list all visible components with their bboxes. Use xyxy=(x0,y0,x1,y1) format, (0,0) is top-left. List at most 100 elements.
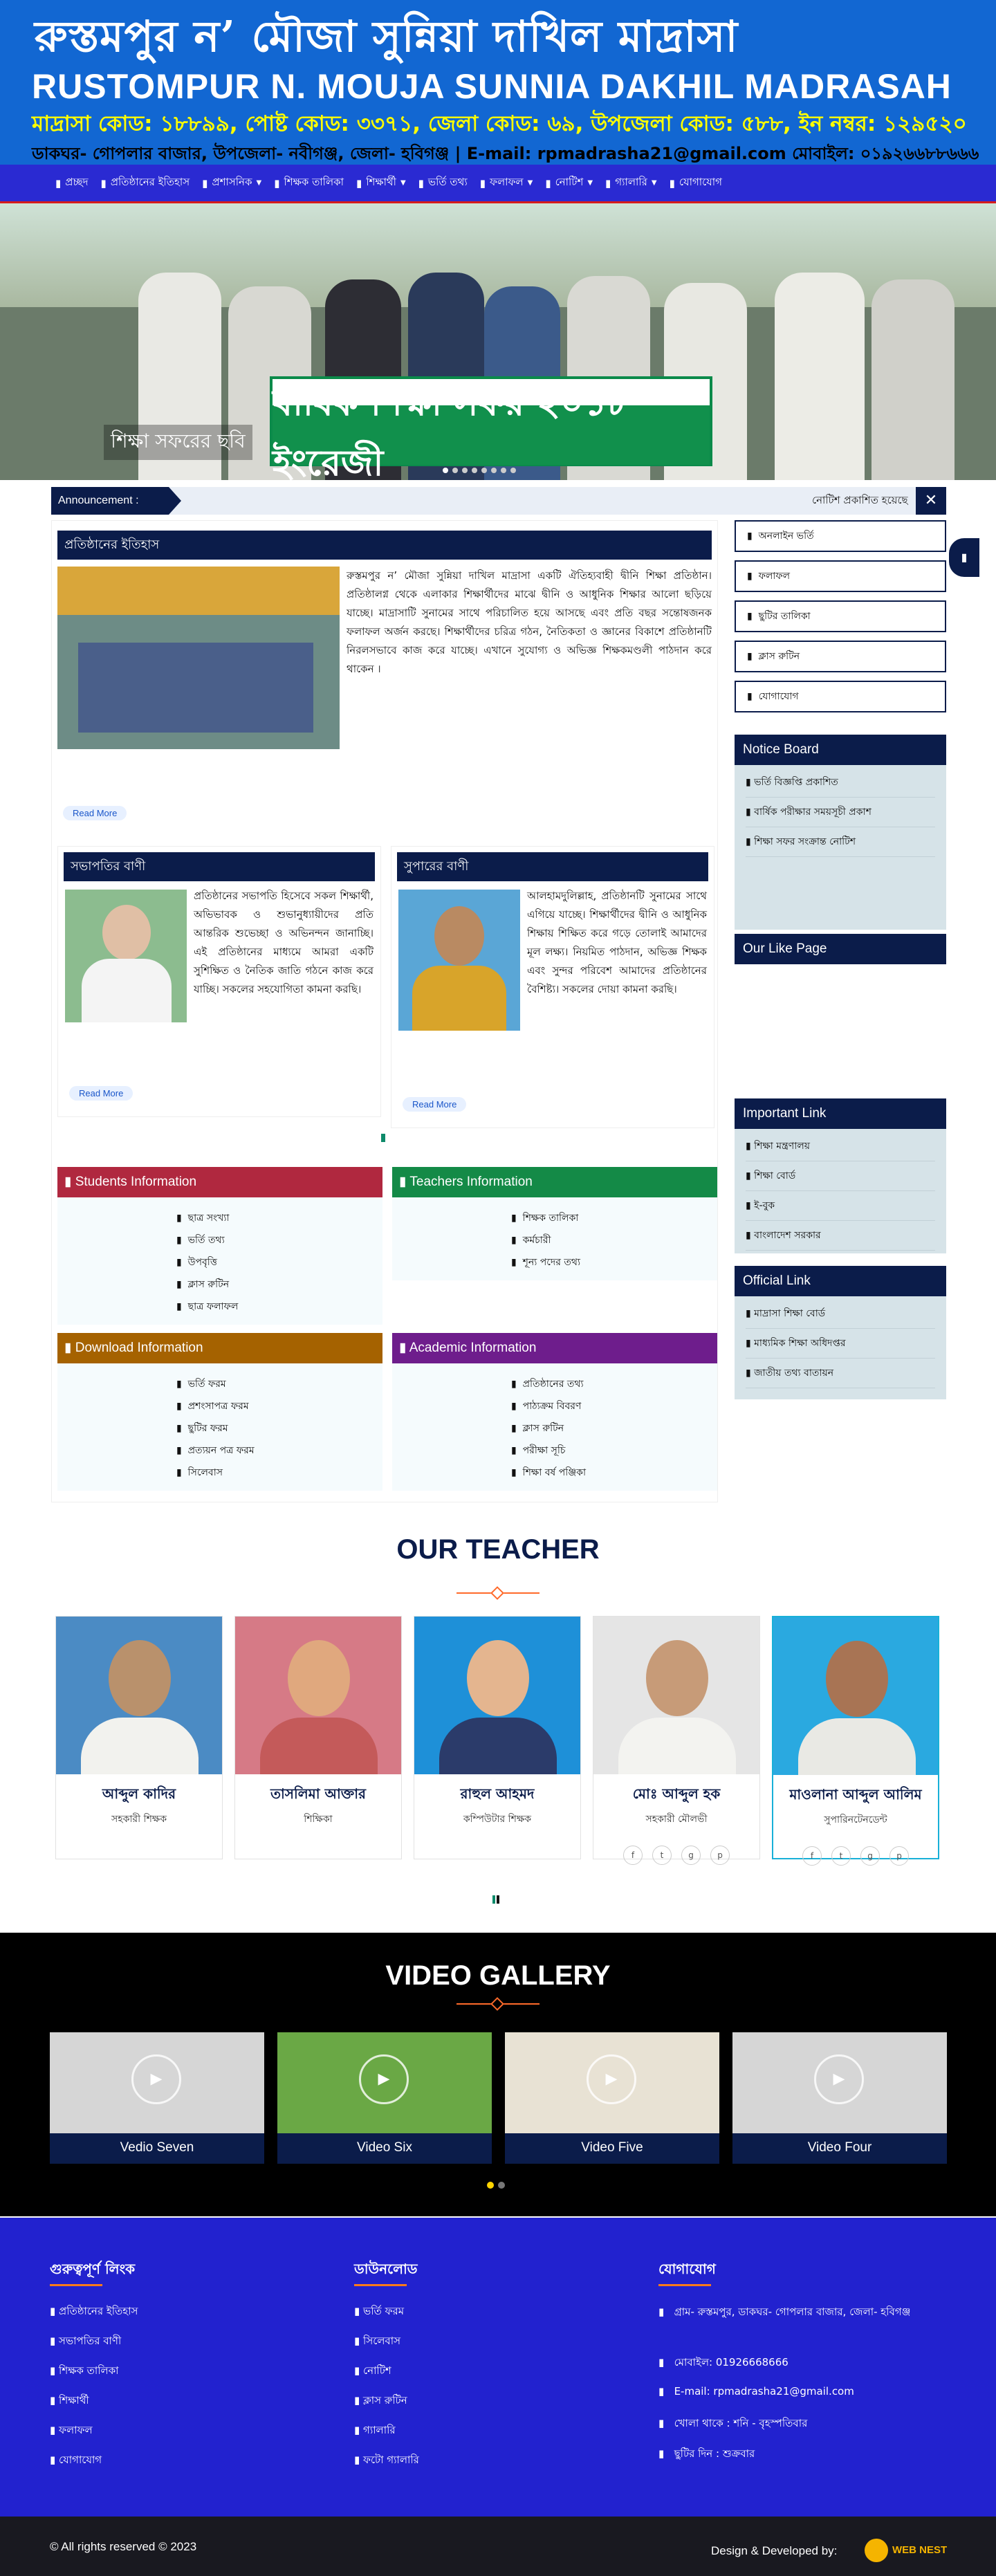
video-card[interactable]: ▶ Video Six xyxy=(277,2032,492,2164)
footer-link[interactable]: ▮ সিলেবাস xyxy=(354,2333,400,2350)
sidebar-link[interactable]: ▮ ই-বুক xyxy=(746,1191,935,1221)
nav-item[interactable]: ▮ গ্যালারি ▼ xyxy=(605,174,657,192)
sidebar-link[interactable]: ▮ মাদ্রাসা শিক্ষা বোর্ড xyxy=(746,1299,935,1329)
sidebar-link[interactable]: ▮ শিক্ষা সফর সংক্রান্ত নোটিশ xyxy=(746,827,935,857)
footer-col3-title: যোগাযোগ xyxy=(658,2261,716,2277)
footer-link[interactable]: ▮ সভাপতির বাণী xyxy=(50,2333,121,2350)
sidebar-quick-link[interactable]: ▮ ফলাফল xyxy=(735,560,946,592)
nav-item[interactable]: ▮ শিক্ষক তালিকা xyxy=(274,174,344,192)
video-thumbnail: ▶ xyxy=(732,2032,947,2133)
play-icon[interactable]: ▶ xyxy=(359,2054,409,2104)
nav-item[interactable]: ▮ যোগাযোগ xyxy=(670,174,722,192)
nav-item[interactable]: ▮ নোটিশ ▼ xyxy=(545,174,593,192)
info-card-link[interactable]: ▮ পাঠ্যক্রম বিবরণ xyxy=(511,1395,717,1417)
sidebar-quick-link[interactable]: ▮ যোগাযোগ xyxy=(735,681,946,712)
video-card[interactable]: ▶ Video Five xyxy=(505,2032,719,2164)
footer-link[interactable]: ▮ ফলাফল xyxy=(50,2422,93,2440)
carousel-indicator[interactable] xyxy=(381,1134,385,1142)
google-plus-icon[interactable]: g xyxy=(681,1846,701,1865)
footer-link[interactable]: ▮ প্রতিষ্ঠানের ইতিহাস xyxy=(50,2303,138,2321)
info-card-link[interactable]: ▮ ছুটির ফরম xyxy=(176,1417,382,1439)
nav-item[interactable]: ▮ ভর্তি তথ্য xyxy=(418,174,468,192)
webnest-brand[interactable]: WEB NEST xyxy=(892,2544,947,2556)
slider-dot[interactable] xyxy=(452,468,458,473)
info-card-link[interactable]: ▮ সিলেবাস xyxy=(176,1462,382,1484)
info-card-link[interactable]: ▮ শূন্য পদের তথ্য xyxy=(511,1251,717,1273)
twitter-icon[interactable]: t xyxy=(831,1846,851,1866)
video-carousel-dots[interactable] xyxy=(487,2182,505,2189)
sidebar-link[interactable]: ▮ বার্ষিক পরীক্ষার সময়সূচী প্রকাশ xyxy=(746,798,935,827)
teacher-carousel-dots[interactable] xyxy=(492,1895,499,1904)
footer-link[interactable]: ▮ ভর্তি ফরম xyxy=(354,2303,404,2321)
teacher-card[interactable]: আব্দুল কাদির সহকারী শিক্ষক xyxy=(55,1616,223,1859)
sidebar-link[interactable]: ▮ জাতীয় তথ্য বাতায়ন xyxy=(746,1359,935,1388)
info-card-link[interactable]: ▮ প্রতিষ্ঠানের তথ্য xyxy=(511,1373,717,1395)
info-card-link[interactable]: ▮ ছাত্র সংখ্যা xyxy=(176,1207,382,1229)
teacher-card[interactable]: মোঃ আব্দুল হক সহকারী মৌলভী f t g p xyxy=(593,1616,760,1865)
info-card-link[interactable]: ▮ ভর্তি ফরম xyxy=(176,1373,382,1395)
nav-item[interactable]: ▮ শিক্ষার্থী ▼ xyxy=(356,174,406,192)
footer-email[interactable]: ▮ E-mail: rpmadrasha21@gmail.com xyxy=(658,2385,854,2398)
footer-link[interactable]: ▮ ফটো গ্যালারি xyxy=(354,2452,419,2469)
info-card-link[interactable]: ▮ ক্লাস রুটিন xyxy=(176,1273,382,1296)
teacher-card[interactable]: তাসলিমা আক্তার শিক্ষিকা xyxy=(234,1616,402,1859)
sidebar-link[interactable]: ▮ মাধ্যমিক শিক্ষা অধিদপ্তর xyxy=(746,1329,935,1359)
info-card-link[interactable]: ▮ প্রত্যয়ন পত্র ফরম xyxy=(176,1439,382,1462)
teacher-card[interactable]: রাহুল আহমদ কম্পিউটার শিক্ষক xyxy=(414,1616,581,1859)
info-card-link[interactable]: ▮ উপবৃত্তি xyxy=(176,1251,382,1273)
nav-item[interactable]: ▮ প্রশাসনিক ▼ xyxy=(202,174,261,192)
slider-dot[interactable] xyxy=(472,468,477,473)
footer-link[interactable]: ▮ শিক্ষক তালিকা xyxy=(50,2363,119,2380)
slider-dot[interactable] xyxy=(462,468,468,473)
sidebar-link[interactable]: ▮ শিক্ষা মন্ত্রণালয় xyxy=(746,1132,935,1161)
footer-link[interactable]: ▮ গ্যালারি xyxy=(354,2422,396,2440)
side-toggle-tab[interactable]: ▮ xyxy=(949,538,979,577)
pinterest-icon[interactable]: p xyxy=(710,1846,730,1865)
slider-dot[interactable] xyxy=(481,468,487,473)
video-card[interactable]: ▶ Vedio Seven xyxy=(50,2032,264,2164)
video-card[interactable]: ▶ Video Four xyxy=(732,2032,947,2164)
facebook-icon[interactable]: f xyxy=(802,1846,822,1866)
slider-dot[interactable] xyxy=(501,468,506,473)
info-card-link[interactable]: ▮ প্রশংসাপত্র ফরম xyxy=(176,1395,382,1417)
sidebar-quick-link[interactable]: ▮ ক্লাস রুটিন xyxy=(735,641,946,672)
info-card-link[interactable]: ▮ ক্লাস রুটিন xyxy=(511,1417,717,1439)
chairman-read-more[interactable]: Read More xyxy=(69,1086,133,1101)
slider-dots[interactable] xyxy=(443,468,516,473)
hero-slider[interactable]: বার্ষিক শিক্ষা সফর ২০১৮ ইংরেজী শিক্ষা সফ… xyxy=(0,203,996,480)
play-icon[interactable]: ▶ xyxy=(587,2054,636,2104)
teacher-card[interactable]: মাওলানা আব্দুল আলিম সুপারিনটেনডেন্ট f t g p xyxy=(772,1616,939,1866)
footer-phone[interactable]: ▮ মোবাইল: 01926668666 xyxy=(658,2355,788,2372)
play-icon[interactable]: ▶ xyxy=(814,2054,864,2104)
principal-read-more[interactable]: Read More xyxy=(403,1097,467,1112)
slider-dot[interactable] xyxy=(443,468,448,473)
twitter-icon[interactable]: t xyxy=(652,1846,672,1865)
info-card-link[interactable]: ▮ ভর্তি তথ্য xyxy=(176,1229,382,1251)
info-card-link[interactable]: ▮ শিক্ষক তালিকা xyxy=(511,1207,717,1229)
info-card-link[interactable]: ▮ কর্মচারী xyxy=(511,1229,717,1251)
footer-link[interactable]: ▮ নোটিশ xyxy=(354,2363,391,2380)
info-card-link[interactable]: ▮ ছাত্র ফলাফল xyxy=(176,1296,382,1318)
sidebar-quick-link[interactable]: ▮ অনলাইন ভর্তি xyxy=(735,520,946,552)
slider-dot[interactable] xyxy=(510,468,516,473)
info-card-link[interactable]: ▮ পরীক্ষা সূচি xyxy=(511,1439,717,1462)
play-icon[interactable]: ▶ xyxy=(131,2054,181,2104)
nav-item[interactable]: ▮ ফলাফল ▼ xyxy=(480,174,533,192)
nav-item[interactable]: ▮ প্রচ্ছদ xyxy=(55,174,89,192)
sidebar-link[interactable]: ▮ ভর্তি বিজ্ঞপ্তি প্রকাশিত xyxy=(746,768,935,798)
sidebar-link[interactable]: ▮ বাংলাদেশ সরকার xyxy=(746,1221,935,1251)
announcement-ticker[interactable]: নোটিশ প্রকাশিত হয়েছে xyxy=(812,493,908,510)
facebook-icon[interactable]: f xyxy=(623,1846,643,1865)
slider-dot[interactable] xyxy=(491,468,497,473)
sidebar-link[interactable]: ▮ শিক্ষা বোর্ড xyxy=(746,1161,935,1191)
google-plus-icon[interactable]: g xyxy=(860,1846,880,1866)
pinterest-icon[interactable]: p xyxy=(889,1846,909,1866)
footer-link[interactable]: ▮ ক্লাস রুটিন xyxy=(354,2393,407,2410)
about-read-more[interactable]: Read More xyxy=(63,806,127,820)
info-card-link[interactable]: ▮ শিক্ষা বর্ষ পঞ্জিকা xyxy=(511,1462,717,1484)
sidebar-quick-link[interactable]: ▮ ছুটির তালিকা xyxy=(735,600,946,632)
nav-item[interactable]: ▮ প্রতিষ্ঠানের ইতিহাস xyxy=(101,174,190,192)
footer-link[interactable]: ▮ শিক্ষার্থী xyxy=(50,2393,89,2410)
footer-link[interactable]: ▮ যোগাযোগ xyxy=(50,2452,102,2469)
close-icon[interactable]: ✕ xyxy=(916,487,946,515)
